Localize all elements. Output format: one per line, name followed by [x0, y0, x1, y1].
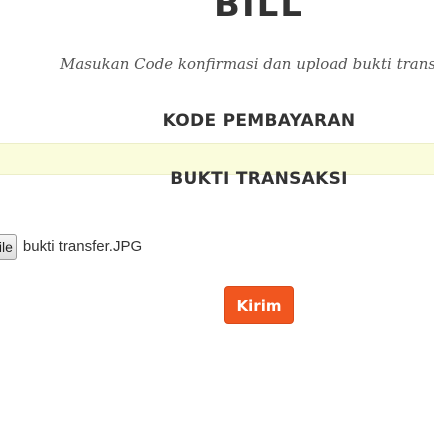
instruction-text: Masukan Code konfirmasi dan upload bukti…	[60, 55, 434, 73]
payment-confirmation-page: BILL Masukan Code konfirmasi dan upload …	[0, 0, 434, 435]
payment-code-heading: KODE PEMBAYARAN	[162, 111, 356, 131]
selected-file-name: bukti transfer.JPG	[22, 238, 143, 255]
file-upload-field[interactable]: Choose File bukti transfer.JPG	[0, 232, 142, 262]
submit-button[interactable]: Kirim	[224, 286, 294, 324]
proof-heading: BUKTI TRANSAKSI	[170, 169, 348, 189]
page-title: BILL	[214, 0, 304, 25]
choose-file-button[interactable]: Choose File	[0, 234, 17, 260]
